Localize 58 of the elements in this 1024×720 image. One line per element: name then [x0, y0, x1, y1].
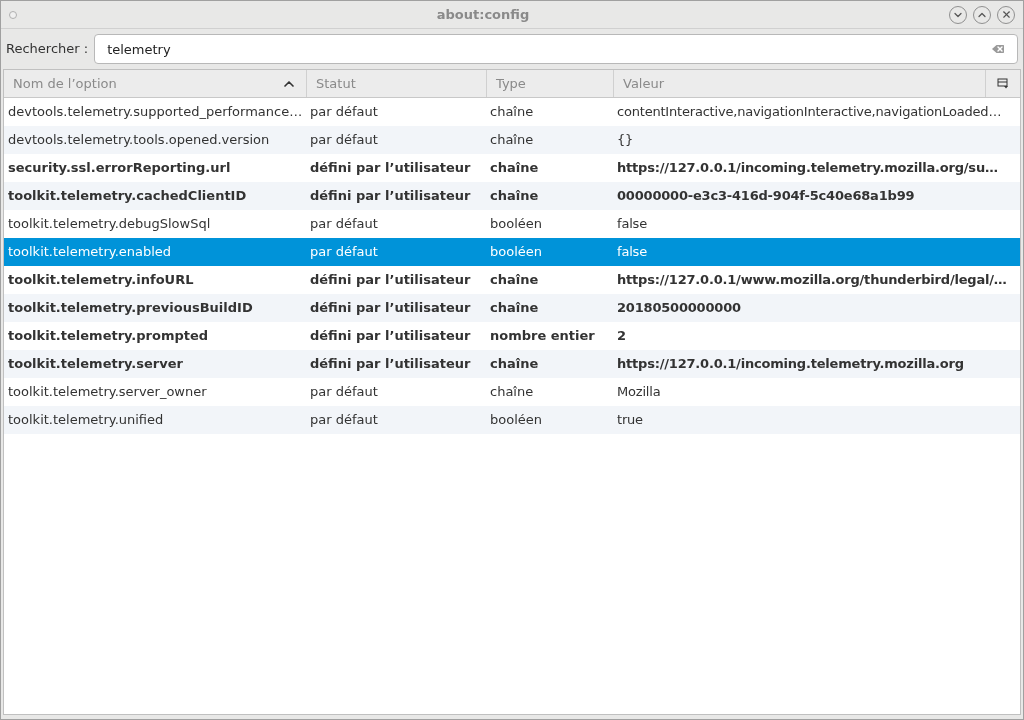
- status-cell-text: défini par l’utilisateur: [309, 327, 472, 346]
- option-name-cell-text: toolkit.telemetry.debugSlowSql: [7, 215, 212, 234]
- option-name-cell-text: toolkit.telemetry.previousBuildID: [7, 299, 254, 318]
- window-title: about:config: [435, 5, 531, 24]
- status-cell-text: défini par l’utilisateur: [309, 355, 472, 374]
- option-name-cell-text: devtools.telemetry.tools.opened.version: [7, 131, 271, 150]
- value-cell-text: https://127.0.0.1/www.mozilla.org/thunderbird/legal/…: [616, 271, 1008, 290]
- value-cell-text: false: [616, 243, 648, 262]
- type-cell-text: chaîne: [489, 355, 540, 374]
- value-cell-text: contentInteractive,navigationInteractive,navigationLoaded…: [616, 103, 1003, 122]
- option-name-cell-text: toolkit.telemetry.enabled: [7, 243, 173, 262]
- option-name-cell-text: devtools.telemetry.supported_performance…: [7, 103, 304, 122]
- option-name-cell-text: security.ssl.errorReporting.url: [7, 159, 232, 178]
- close-icon: [1000, 9, 1012, 20]
- type-cell-text: chaîne: [489, 299, 540, 318]
- preference-row[interactable]: toolkit.telemetry.server défini par l’utilisateur chaîne https://127.0.0.1/incoming.telemetry.mozilla.org: [4, 350, 1020, 378]
- status-cell-text: défini par l’utilisateur: [309, 159, 472, 178]
- status-cell-text: par défaut: [309, 215, 379, 234]
- type-cell-text: chaîne: [489, 131, 535, 150]
- preference-row[interactable]: toolkit.telemetry.previousBuildID défini par l’utilisateur chaîne 20180500000000: [4, 294, 1020, 322]
- value-cell-text: {}: [616, 131, 635, 150]
- value-cell-text: true: [616, 411, 644, 430]
- value-cell-text: Mozilla: [616, 383, 662, 402]
- value-cell-text: 00000000-e3c3-416d-904f-5c40e68a1b99: [616, 187, 916, 206]
- status-cell-text: par défaut: [309, 383, 379, 402]
- preference-row[interactable]: toolkit.telemetry.unified par défaut booléen true: [4, 406, 1020, 434]
- type-cell-text: chaîne: [489, 271, 540, 290]
- option-name-cell-text: toolkit.telemetry.server_owner: [7, 383, 208, 402]
- option-name-cell-text: toolkit.telemetry.prompted: [7, 327, 210, 346]
- option-name-cell-text: toolkit.telemetry.cachedClientID: [7, 187, 248, 206]
- value-cell-text: 20180500000000: [616, 299, 742, 318]
- value-cell-text: false: [616, 215, 648, 234]
- type-cell-text: chaîne: [489, 159, 540, 178]
- value-cell-text: 2: [616, 327, 627, 346]
- type-cell-text: chaîne: [489, 187, 540, 206]
- value-cell-text: https://127.0.0.1/incoming.telemetry.mozilla.org: [616, 355, 965, 374]
- type-cell-text: booléen: [489, 243, 543, 262]
- status-cell-text: par défaut: [309, 131, 379, 150]
- column-picker-icon[interactable]: [997, 78, 1009, 89]
- status-cell-text: défini par l’utilisateur: [309, 271, 472, 290]
- preference-row[interactable]: devtools.telemetry.tools.opened.version par défaut chaîne {}: [4, 126, 1020, 154]
- value-cell-text: https://127.0.0.1/incoming.telemetry.mozilla.org/su…: [616, 159, 999, 178]
- option-name-cell-text: toolkit.telemetry.infoURL: [7, 271, 195, 290]
- search-label: Rechercher :: [6, 40, 89, 59]
- type-cell-text: booléen: [489, 215, 543, 234]
- status-cell-text: défini par l’utilisateur: [309, 299, 472, 318]
- status-cell-text: défini par l’utilisateur: [309, 187, 472, 206]
- status-cell-text: par défaut: [309, 411, 379, 430]
- preference-row[interactable]: toolkit.telemetry.cachedClientID défini par l’utilisateur chaîne 00000000-e3c3-416d-904f-5c40e68a1b99: [4, 182, 1020, 210]
- type-cell-text: chaîne: [489, 103, 535, 122]
- type-cell-text: nombre entier: [489, 327, 596, 346]
- search-field[interactable]: telemetry: [94, 34, 1018, 64]
- status-cell-text: par défaut: [309, 103, 379, 122]
- option-name-cell-text: toolkit.telemetry.unified: [7, 411, 165, 430]
- type-cell-text: booléen: [489, 411, 543, 430]
- type-cell-text: chaîne: [489, 383, 535, 402]
- status-cell-text: par défaut: [309, 243, 379, 262]
- option-name-cell-text: toolkit.telemetry.server: [7, 355, 184, 374]
